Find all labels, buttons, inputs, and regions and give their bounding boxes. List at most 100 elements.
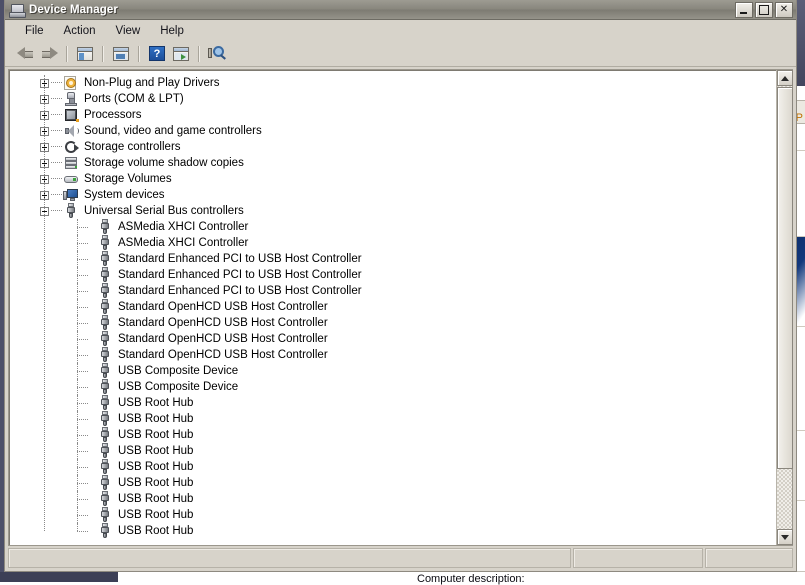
tree-connector (75, 219, 97, 235)
tree-connector (75, 507, 97, 523)
tree-connector (75, 331, 97, 347)
tree-item[interactable]: ASMedia XHCI Controller (9, 235, 775, 251)
tree-item[interactable]: USB Composite Device (9, 379, 775, 395)
statusbar (8, 548, 793, 568)
tree-item[interactable]: Non-Plug and Play Drivers (9, 75, 775, 91)
vertical-scrollbar[interactable] (776, 70, 793, 545)
speaker-icon (63, 123, 79, 139)
properties-window-icon (113, 46, 129, 61)
forward-arrow-icon (41, 47, 58, 60)
tree-item[interactable]: Processors (9, 107, 775, 123)
tree-item-label: System devices (84, 189, 165, 201)
tree-item[interactable]: ASMedia XHCI Controller (9, 219, 775, 235)
properties-button[interactable] (110, 44, 132, 64)
tree-connector (75, 475, 97, 491)
tree-item[interactable]: Standard Enhanced PCI to USB Host Contro… (9, 267, 775, 283)
tree-item[interactable]: Standard OpenHCD USB Host Controller (9, 331, 775, 347)
tree-item-label: Standard OpenHCD USB Host Controller (118, 349, 328, 361)
tree-item[interactable]: USB Root Hub (9, 395, 775, 411)
usb-icon (97, 411, 113, 427)
scroll-down-button[interactable] (777, 529, 793, 545)
tree-item[interactable]: USB Root Hub (9, 411, 775, 427)
forward-button[interactable] (38, 44, 60, 64)
tree-item[interactable]: USB Root Hub (9, 427, 775, 443)
tree-item[interactable]: USB Root Hub (9, 507, 775, 523)
tree-item[interactable]: USB Composite Device (9, 363, 775, 379)
menu-file[interactable]: File (15, 23, 54, 39)
tree-connector (51, 82, 62, 84)
device-tree[interactable]: Non-Plug and Play Drivers Ports (COM & LP… (9, 70, 775, 545)
tree-item[interactable]: Sound, video and game controllers (9, 123, 775, 139)
toolbar-separator (102, 45, 104, 62)
usb-icon (63, 203, 79, 219)
port-icon (63, 91, 79, 107)
back-button[interactable] (14, 44, 36, 64)
tree-item[interactable]: USB Root Hub (9, 523, 775, 539)
titlebar[interactable]: Device Manager ✕ (5, 0, 796, 20)
usb-icon (97, 491, 113, 507)
tree-item[interactable]: System devices (9, 187, 775, 203)
tree-item[interactable]: USB Root Hub (9, 459, 775, 475)
tree-connector (75, 347, 97, 363)
usb-icon (97, 427, 113, 443)
tree-connector (51, 130, 62, 132)
tree-connector (75, 267, 97, 283)
tree-item-label: Standard OpenHCD USB Host Controller (118, 333, 328, 345)
tree-item[interactable]: Storage Volumes (9, 171, 775, 187)
tree-item[interactable]: Universal Serial Bus controllers (9, 203, 775, 219)
tree-item-label: Storage controllers (84, 141, 181, 153)
tree-client-area: Non-Plug and Play Drivers Ports (COM & LP… (8, 69, 793, 546)
toolbar: ? (5, 41, 796, 67)
tree-item[interactable]: USB Root Hub (9, 491, 775, 507)
tree-item-label: USB Root Hub (118, 445, 194, 457)
show-hide-console-tree-button[interactable] (74, 44, 96, 64)
tree-item[interactable]: Storage volume shadow copies (9, 155, 775, 171)
computer-description-label: Computer description: (417, 573, 525, 585)
help-button[interactable]: ? (146, 44, 168, 64)
usb-icon (97, 267, 113, 283)
tree-item[interactable]: Storage controllers (9, 139, 775, 155)
scrollbar-thumb[interactable] (777, 87, 793, 469)
tree-item-label: Standard Enhanced PCI to USB Host Contro… (118, 269, 362, 281)
usb-icon (97, 331, 113, 347)
tree-item[interactable]: Standard Enhanced PCI to USB Host Contro… (9, 251, 775, 267)
tree-item[interactable]: Ports (COM & LPT) (9, 91, 775, 107)
usb-icon (97, 507, 113, 523)
scroll-up-button[interactable] (777, 70, 793, 86)
tree-item-label: USB Root Hub (118, 413, 194, 425)
toolbar-separator (198, 45, 200, 62)
tree-guide-line (44, 75, 46, 531)
tree-connector (75, 395, 97, 411)
usb-icon (97, 363, 113, 379)
tree-item[interactable]: USB Root Hub (9, 475, 775, 491)
device-manager-window: Device Manager ✕ File Action View Help ?… (4, 0, 797, 572)
tree-item[interactable]: Standard Enhanced PCI to USB Host Contro… (9, 283, 775, 299)
chevron-down-icon (781, 535, 789, 540)
tree-connector (75, 315, 97, 331)
close-button[interactable]: ✕ (775, 2, 793, 18)
tree-item-label: Storage Volumes (84, 173, 172, 185)
menu-help[interactable]: Help (150, 23, 194, 39)
usb-icon (97, 475, 113, 491)
menu-view[interactable]: View (106, 23, 151, 39)
scan-hardware-icon (208, 46, 226, 61)
tree-item-label: Standard Enhanced PCI to USB Host Contro… (118, 285, 362, 297)
scan-hardware-changes-button[interactable] (206, 44, 228, 64)
update-driver-button[interactable] (170, 44, 192, 64)
maximize-button[interactable] (755, 2, 773, 18)
tree-item[interactable]: Standard OpenHCD USB Host Controller (9, 299, 775, 315)
minimize-button[interactable] (735, 2, 753, 18)
tree-connector (51, 162, 62, 164)
tree-item[interactable]: Standard OpenHCD USB Host Controller (9, 315, 775, 331)
tree-connector (75, 459, 97, 475)
window-controls: ✕ (735, 2, 793, 18)
tree-item-label: Standard OpenHCD USB Host Controller (118, 317, 328, 329)
tree-connector (75, 235, 97, 251)
tree-item[interactable]: USB Root Hub (9, 443, 775, 459)
tree-item-label: USB Root Hub (118, 429, 194, 441)
menu-action[interactable]: Action (54, 23, 106, 39)
volume-icon (63, 171, 79, 187)
tree-item-label: USB Root Hub (118, 509, 194, 521)
tree-item[interactable]: Standard OpenHCD USB Host Controller (9, 347, 775, 363)
close-icon: ✕ (779, 4, 789, 15)
